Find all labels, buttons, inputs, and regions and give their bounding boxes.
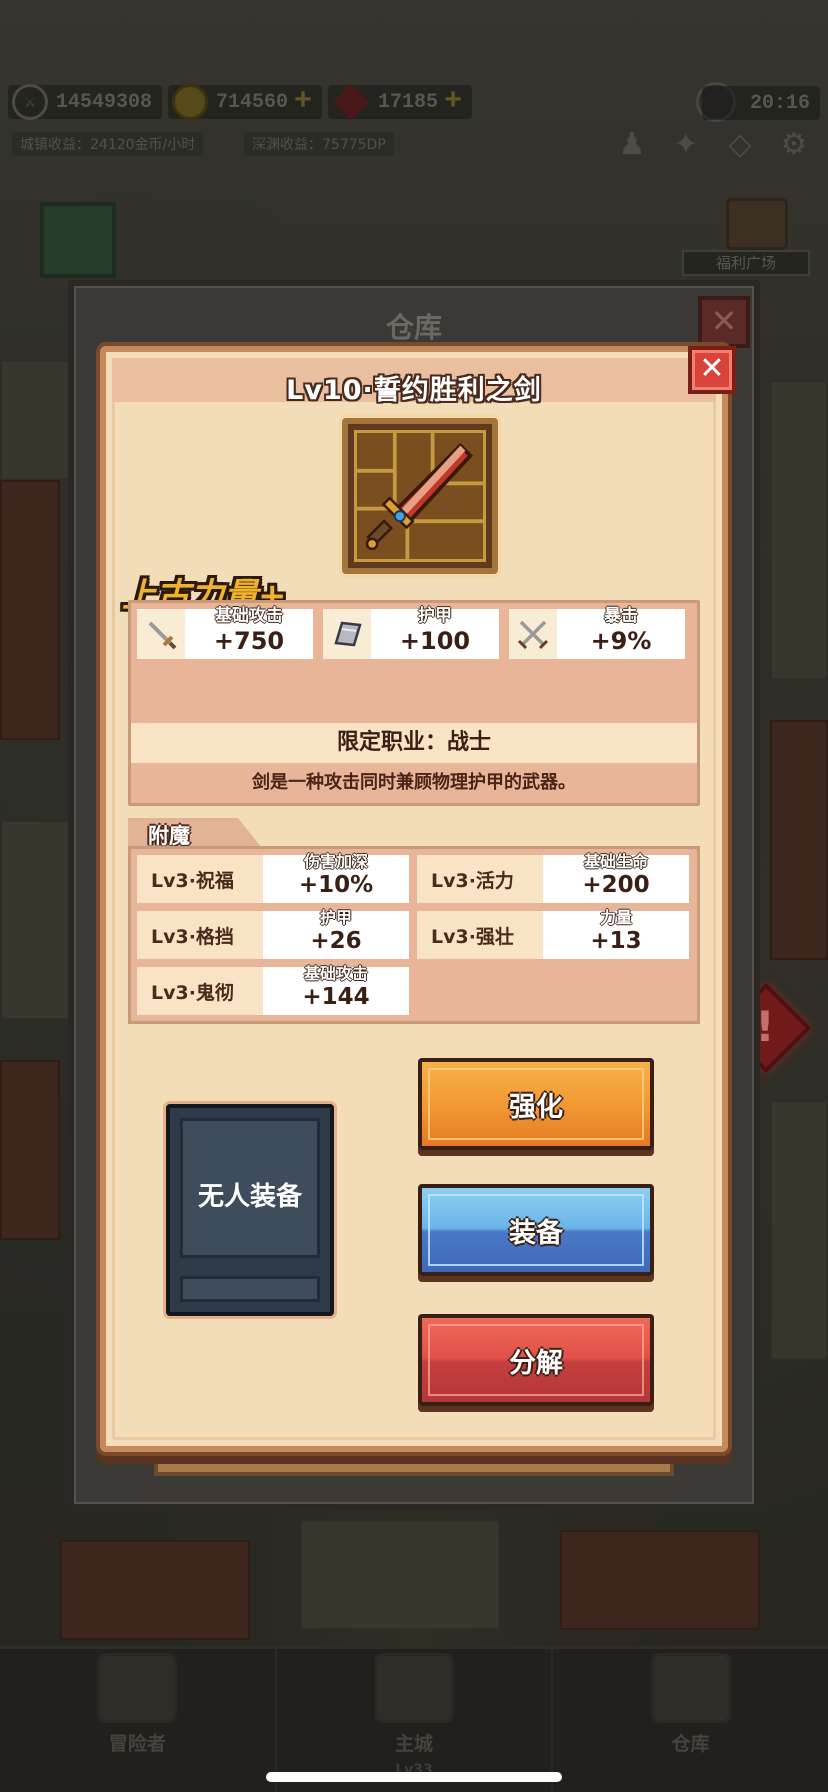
enchant-value: +26 [310, 927, 362, 954]
enchant-onikiri: Lv3·鬼彻 基础攻击 +144 [137, 963, 409, 1015]
item-description: 剑是一种攻击同时兼顾物理护甲的武器。 [252, 772, 576, 793]
equipped-by-slot[interactable]: 无人装备 [166, 1104, 334, 1316]
enchant-name: Lv3·鬼彻 [137, 967, 263, 1015]
enchant-value: +200 [582, 871, 650, 898]
item-icon-frame [342, 418, 498, 574]
enchant-label: 力量 [599, 907, 632, 927]
stat-base-attack: 基础攻击 +750 [137, 605, 313, 659]
enchant-value: +144 [302, 983, 370, 1010]
equip-slot-label: 无人装备 [197, 1182, 302, 1212]
warehouse-title: 仓库 [385, 311, 442, 344]
stat-armor: 护甲 +100 [323, 605, 499, 659]
enchant-label: 基础攻击 [303, 963, 368, 983]
enchant-strength: Lv3·强壮 力量 +13 [417, 907, 689, 959]
stat-value: +9% [590, 626, 652, 655]
stat-crit: 暴击 +9% [509, 605, 685, 659]
stat-value: +100 [399, 626, 471, 655]
stat-value: +750 [213, 626, 285, 655]
decompose-label: 分解 [509, 1347, 563, 1379]
armor-plate-icon [323, 609, 371, 659]
equip-label: 装备 [509, 1217, 563, 1249]
modal-title-bar: Lv10·誓约胜利之剑 [112, 358, 716, 406]
crossed-swords-icon [509, 609, 557, 659]
equip-slot-name-bar [180, 1276, 320, 1302]
decompose-button[interactable]: 分解 [418, 1314, 654, 1406]
enchant-label: 护甲 [319, 907, 352, 927]
modal-close-button[interactable]: ✕ [688, 346, 736, 394]
enchant-block: Lv3·格挡 护甲 +26 [137, 907, 409, 959]
strengthen-label: 强化 [509, 1091, 563, 1123]
enchant-blessing: Lv3·祝福 伤害加深 +10% [137, 851, 409, 903]
enchant-vitality: Lv3·活力 基础生命 +200 [417, 851, 689, 903]
enchant-name: Lv3·格挡 [137, 911, 263, 959]
enchant-label: 伤害加深 [303, 851, 368, 871]
stats-box: 基础攻击 +750 护甲 +100 暴击 +9% 限定职业：战士 剑是一种攻击同… [128, 600, 700, 806]
enchant-value: +13 [590, 927, 642, 954]
sword-icon [137, 609, 185, 659]
item-detail-modal: Lv10·誓约胜利之剑 ✕ 上古力量+ 基础攻击 +750 护甲 +100 暴击… [100, 346, 736, 1452]
class-restriction: 限定职业：战士 [131, 723, 697, 763]
enchant-name: Lv3·强壮 [417, 911, 543, 959]
sword-item-icon [354, 430, 486, 562]
enchant-box: Lv3·祝福 伤害加深 +10% Lv3·活力 基础生命 +200 Lv3·格挡… [128, 846, 700, 1024]
home-indicator [266, 1772, 562, 1782]
stat-label: 基础攻击 [215, 605, 283, 626]
enchant-name: Lv3·祝福 [137, 855, 263, 903]
strengthen-button[interactable]: 强化 [418, 1058, 654, 1150]
enchant-name: Lv3·活力 [417, 855, 543, 903]
enchant-label: 基础生命 [583, 851, 648, 871]
stat-label: 暴击 [604, 605, 638, 626]
stat-label: 护甲 [418, 605, 452, 626]
warehouse-close-button[interactable]: ✕ [698, 296, 750, 348]
equip-button[interactable]: 装备 [418, 1184, 654, 1276]
item-title: Lv10·誓约胜利之剑 [286, 375, 542, 406]
enchant-value: +10% [298, 871, 374, 898]
